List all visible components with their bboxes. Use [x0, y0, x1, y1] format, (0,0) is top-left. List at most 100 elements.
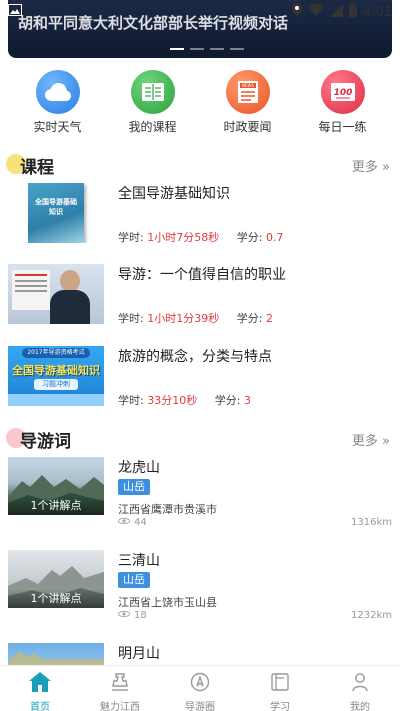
guide-view-count: 44 — [134, 517, 147, 528]
guide-title: 明月山 — [118, 646, 160, 662]
hours-value: 33分10秒 — [147, 394, 198, 407]
guide-overlay-text: 1个讲解点 — [8, 497, 104, 515]
carousel-dot — [190, 48, 204, 50]
banner-main-text: 全国导游基础知识 — [12, 364, 100, 377]
guides-section-header: 导游词 更多 » — [0, 426, 400, 452]
bottom-tab-bar: 首页 魅力江西 导游圈 学习 我的 — [0, 665, 400, 711]
course-title: 导游：一个值得自信的职业 — [118, 267, 286, 283]
quick-nav-label: 时政要闻 — [223, 120, 272, 134]
study-icon — [270, 672, 290, 696]
book-cover-title: 全国导游基础知识 — [35, 198, 77, 216]
guide-tag: 山岳 — [118, 479, 150, 495]
slide-image — [12, 270, 50, 310]
guide-overlay-text: 1个讲解点 — [8, 590, 104, 608]
eye-icon — [117, 517, 131, 528]
svg-text:NEWS: NEWS — [241, 83, 253, 88]
lecturer-head — [60, 270, 80, 292]
courses-more-link[interactable]: 更多 » — [352, 156, 390, 175]
news-icon: NEWS — [225, 70, 270, 114]
course-title: 旅游的概念，分类与特点 — [118, 349, 272, 365]
wifi-icon — [307, 3, 324, 20]
credit-label: 学分: — [236, 312, 263, 325]
guide-title: 龙虎山 — [118, 460, 160, 476]
home-icon — [29, 672, 51, 696]
tab-profile[interactable]: 我的 — [320, 666, 400, 711]
battery-icon — [348, 3, 357, 21]
tab-label: 魅力江西 — [100, 702, 140, 711]
guide-address: 江西省上饶市玉山县 — [118, 596, 217, 609]
guide-item[interactable]: 1个讲解点 三清山 山岳 江西省上饶市玉山县 18 1232km — [8, 550, 392, 621]
course-meta: 学时: 1小时1分39秒 学分: 2 — [118, 310, 273, 326]
course-meta: 学时: 33分10秒 学分: 3 — [118, 392, 251, 408]
carousel-indicator — [170, 48, 244, 50]
guide-view-count: 18 — [134, 610, 147, 621]
hours-value: 1小时7分58秒 — [147, 231, 220, 244]
credit-value: 2 — [265, 312, 273, 325]
tab-guide-circle[interactable]: 导游圈 — [160, 666, 240, 711]
guide-title: 三清山 — [118, 553, 160, 569]
score-icon: 100 — [320, 70, 365, 114]
course-thumbnail: 2017年导游资格考试 全国导游基础知识 习题冲刺 — [8, 346, 104, 406]
credit-value: 3 — [243, 394, 251, 407]
tab-label: 导游圈 — [185, 702, 215, 711]
thumb-footer-band — [8, 394, 104, 406]
course-thumbnail — [8, 264, 104, 324]
course-meta: 学时: 1小时7分58秒 学分: 0.7 — [118, 229, 283, 245]
course-item[interactable]: 全国导游基础知识 全国导游基础知识 学时: 1小时7分58秒 学分: 0.7 — [8, 183, 392, 253]
banner-sub-text: 习题冲刺 — [34, 379, 78, 390]
quick-nav-news[interactable]: NEWS 时政要闻 — [208, 70, 288, 136]
book-cover-image: 全国导游基础知识 — [28, 183, 84, 243]
charm-icon — [110, 672, 130, 696]
tab-label: 我的 — [350, 702, 370, 711]
lecturer-body — [50, 290, 90, 324]
profile-icon — [350, 672, 370, 696]
quick-nav-my-courses[interactable]: 我的课程 — [113, 70, 193, 136]
guide-item[interactable]: 1个讲解点 龙虎山 山岳 江西省鹰潭市贵溪市 44 1316km — [8, 457, 392, 528]
image-notification-icon — [8, 4, 22, 20]
tab-study[interactable]: 学习 — [240, 666, 320, 711]
guide-thumbnail: 1个讲解点 — [8, 550, 104, 608]
course-thumbnail: 全国导游基础知识 — [8, 183, 104, 243]
tab-label: 首页 — [30, 702, 50, 711]
guide-thumbnail: 1个讲解点 — [8, 457, 104, 515]
eye-icon — [117, 610, 131, 621]
course-title: 全国导游基础知识 — [118, 186, 230, 202]
carousel-dot — [230, 48, 244, 50]
compass-icon — [190, 672, 210, 696]
quick-nav-label: 每日一练 — [318, 120, 367, 134]
guide-distance: 1316km — [351, 517, 392, 528]
section-title: 课程 — [20, 158, 54, 178]
section-title: 导游词 — [20, 432, 71, 452]
svg-text:100: 100 — [333, 88, 352, 98]
status-bar: 4:01 — [0, 0, 400, 24]
course-item[interactable]: 导游：一个值得自信的职业 学时: 1小时1分39秒 学分: 2 — [8, 264, 392, 334]
hours-value: 1小时1分39秒 — [147, 312, 220, 325]
book-icon — [130, 70, 175, 114]
tab-label: 学习 — [270, 702, 290, 711]
guide-views: 44 — [117, 517, 147, 528]
status-time: 4:01 — [362, 4, 392, 20]
guide-views: 18 — [117, 610, 147, 621]
guides-more-link[interactable]: 更多 » — [352, 430, 390, 449]
tab-home[interactable]: 首页 — [0, 666, 80, 711]
credit-value: 0.7 — [265, 231, 284, 244]
carousel-dot — [210, 48, 224, 50]
guide-tag: 山岳 — [118, 572, 150, 588]
carousel-dot-active — [170, 48, 184, 50]
guide-address: 江西省鹰潭市贵溪市 — [118, 503, 217, 516]
quick-nav: 实时天气 我的课程 NEWS 时政要闻 100 每日一练 — [0, 70, 400, 136]
quick-nav-weather[interactable]: 实时天气 — [18, 70, 98, 136]
hours-label: 学时: — [118, 312, 144, 325]
hours-label: 学时: — [118, 394, 144, 407]
credit-label: 学分: — [214, 394, 241, 407]
cloud-icon — [35, 70, 80, 114]
quick-nav-label: 我的课程 — [128, 120, 177, 134]
quick-nav-daily-practice[interactable]: 100 每日一练 — [303, 70, 383, 136]
signal-icon — [329, 3, 343, 21]
courses-section-header: 课程 更多 » — [0, 152, 400, 178]
banner-top-text: 2017年导游资格考试 — [22, 348, 90, 358]
hours-label: 学时: — [118, 231, 144, 244]
tab-charm-jiangxi[interactable]: 魅力江西 — [80, 666, 160, 711]
course-item[interactable]: 2017年导游资格考试 全国导游基础知识 习题冲刺 旅游的概念，分类与特点 学时… — [8, 346, 392, 416]
location-icon — [291, 3, 302, 21]
